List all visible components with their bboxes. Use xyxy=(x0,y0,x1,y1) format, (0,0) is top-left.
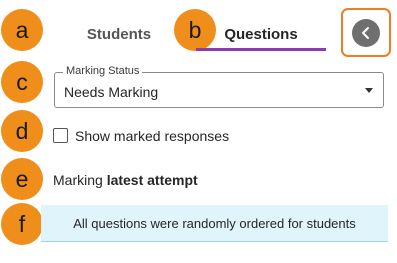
marking-attempt-text: Marking latest attempt xyxy=(53,172,198,188)
marking-status-select[interactable]: Marking Status Needs Marking xyxy=(54,65,384,108)
collapse-button-highlight xyxy=(341,8,391,57)
show-marked-responses-label[interactable]: Show marked responses xyxy=(75,128,229,144)
tab-questions[interactable]: Questions xyxy=(196,17,326,51)
callout-badge-d: d xyxy=(1,110,43,152)
marking-status-legend: Marking Status xyxy=(63,65,143,77)
random-order-notice: All questions were randomly ordered for … xyxy=(41,205,388,242)
callout-badge-a: a xyxy=(1,9,43,51)
callout-badge-c: c xyxy=(1,61,43,103)
marking-attempt-emphasis: latest attempt xyxy=(106,172,198,188)
marking-status-value: Needs Marking xyxy=(64,84,159,100)
show-marked-responses-checkbox[interactable] xyxy=(53,128,68,143)
random-order-notice-text: All questions were randomly ordered for … xyxy=(73,215,356,231)
callout-badge-f: f xyxy=(1,203,43,245)
tab-students[interactable]: Students xyxy=(84,17,154,51)
callout-badge-e: e xyxy=(1,158,43,200)
caret-down-icon xyxy=(365,88,373,93)
chevron-left-icon xyxy=(360,26,372,40)
marking-prefix: Marking xyxy=(53,172,103,188)
collapse-panel-button[interactable] xyxy=(352,18,380,47)
active-tab-indicator xyxy=(196,48,326,51)
